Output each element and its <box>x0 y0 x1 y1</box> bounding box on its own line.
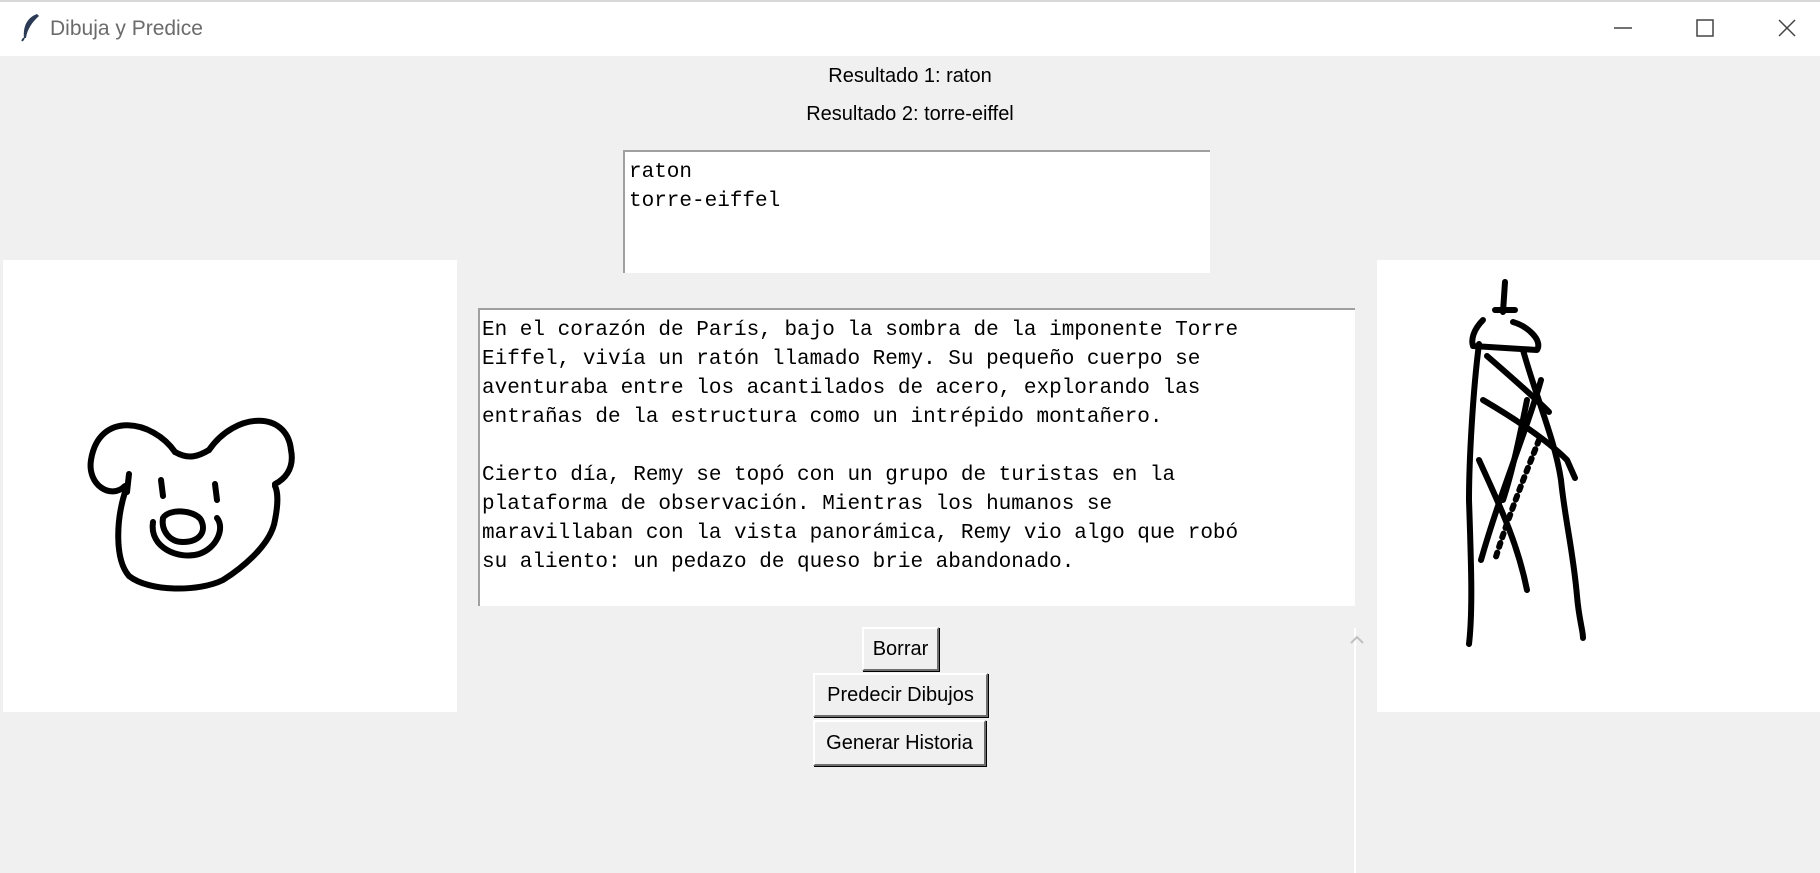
mouse-face-drawing <box>87 417 295 592</box>
close-button[interactable] <box>1746 0 1820 56</box>
story-scrollbar[interactable] <box>1342 628 1356 873</box>
story-textbox[interactable]: En el corazón de París, bajo la sombra d… <box>478 308 1355 606</box>
minimize-button[interactable] <box>1582 0 1664 56</box>
drawing-canvas-right[interactable] <box>1377 260 1820 712</box>
list-item[interactable]: torre-eiffel <box>629 187 1206 216</box>
drawing-canvas-left[interactable] <box>3 260 457 712</box>
eiffel-tower-drawing <box>1466 279 1586 647</box>
clear-button[interactable]: Borrar <box>862 627 939 671</box>
generate-story-button[interactable]: Generar Historia <box>813 720 986 766</box>
maximize-icon <box>1696 19 1714 37</box>
window-title: Dibuja y Predice <box>50 17 203 40</box>
close-icon <box>1778 19 1796 37</box>
feather-icon <box>21 14 39 42</box>
result-1-label: Resultado 1: raton <box>828 65 992 87</box>
chevron-up-icon[interactable] <box>1347 630 1367 650</box>
list-item[interactable]: raton <box>629 158 1206 187</box>
maximize-button[interactable] <box>1664 0 1746 56</box>
title-bar: Dibuja y Predice <box>0 0 1820 56</box>
minimize-icon <box>1614 27 1632 29</box>
title-bar-top-border <box>0 0 1820 2</box>
predict-drawings-button[interactable]: Predecir Dibujos <box>813 673 988 717</box>
predictions-listbox[interactable]: raton torre-eiffel <box>623 150 1210 273</box>
result-2-label: Resultado 2: torre-eiffel <box>806 103 1014 125</box>
